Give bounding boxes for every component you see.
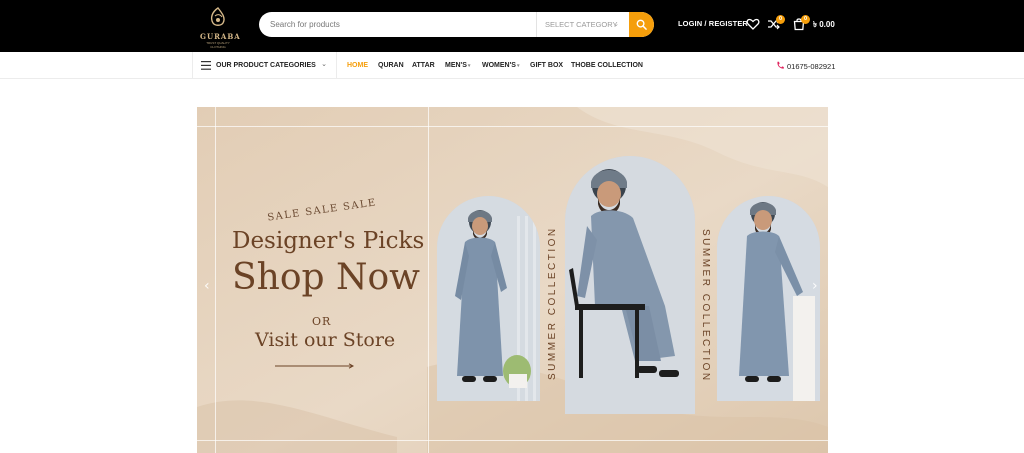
frame-line [428, 107, 429, 453]
nav-label: MEN'S [445, 62, 467, 69]
nav-label: GIFT BOX [530, 62, 564, 69]
nav-label: HOME [347, 62, 368, 69]
search-bar: SELECT CATEGORY ⌄ [259, 12, 654, 37]
nav-item-mens[interactable]: MEN'S▾ [445, 62, 470, 69]
nav-label: WOMEN'S [482, 62, 516, 69]
phone-icon [777, 61, 784, 69]
search-icon [636, 19, 647, 30]
chevron-down-icon: ▾ [467, 63, 471, 69]
product-categories-menu[interactable]: OUR PRODUCT CATEGORIES ⌄ [192, 52, 337, 79]
cart-count-badge: 0 [801, 15, 810, 24]
nav-item-attar[interactable]: ATTAR [412, 62, 435, 69]
arrow-right-icon [275, 363, 355, 369]
login-register-link[interactable]: LOGIN / REGISTER [678, 19, 748, 28]
frame-line [197, 440, 828, 441]
product-image-model-standing [437, 196, 540, 401]
chevron-left-icon[interactable]: ‹ [204, 278, 210, 294]
category-select[interactable]: SELECT CATEGORY ⌄ [536, 12, 629, 37]
nav-item-womens[interactable]: WOMEN'S▾ [482, 62, 519, 69]
chevron-down-icon: ⌄ [613, 21, 619, 28]
compare-count-badge: 0 [776, 15, 785, 24]
heart-icon [746, 18, 760, 30]
nav-label: THOBE COLLECTION [571, 62, 643, 69]
brand-logo[interactable]: GURABA TRUST QUALITY CLOTHING [200, 4, 241, 49]
or-separator: OR [312, 315, 332, 328]
nav-item-home[interactable]: HOME [347, 62, 368, 69]
top-header: GURABA TRUST QUALITY CLOTHING SELECT CAT… [0, 0, 1024, 52]
main-navigation: OUR PRODUCT CATEGORIES ⌄ HOME QURAN ATTA… [0, 52, 1024, 79]
search-input[interactable] [259, 12, 535, 37]
logo-emblem-icon [210, 7, 225, 26]
chevron-down-icon: ▾ [516, 63, 520, 69]
product-categories-label: OUR PRODUCT CATEGORIES [216, 62, 316, 69]
brand-tagline: TRUST QUALITY CLOTHING [206, 41, 230, 49]
nav-item-gift-box[interactable]: GIFT BOX [530, 62, 563, 69]
shop-now-heading[interactable]: Shop Now [232, 257, 422, 298]
nav-item-quran[interactable]: QURAN [378, 62, 404, 69]
hero-headline: Designer's Picks [232, 228, 425, 254]
visit-store-link[interactable]: Visit our Store [255, 329, 395, 351]
hero-banner[interactable]: SALE SALE SALE Designer's Picks Shop Now… [197, 107, 828, 453]
product-image-model-seated [565, 156, 695, 414]
hamburger-menu-icon [201, 61, 211, 70]
nav-item-thobe-collection[interactable]: THOBE COLLECTION [571, 62, 643, 69]
search-button[interactable] [629, 12, 654, 37]
summer-collection-label-left: SUMMER COLLECTION [547, 226, 558, 380]
brand-name: GURABA [200, 32, 241, 41]
summer-collection-label-right: SUMMER COLLECTION [700, 229, 711, 383]
chevron-down-icon: ⌄ [321, 61, 327, 68]
nav-label: QURAN [378, 62, 404, 69]
phone-number[interactable]: 01675-082921 [787, 62, 835, 71]
frame-line [215, 107, 216, 453]
category-select-label: SELECT CATEGORY [545, 20, 618, 29]
frame-line [197, 126, 828, 127]
wishlist-button[interactable] [746, 17, 760, 31]
cart-total[interactable]: ৳ 0.00 [813, 19, 835, 32]
chevron-right-icon[interactable]: › [812, 278, 818, 294]
nav-label: ATTAR [412, 62, 435, 69]
product-image-model-leaning [717, 196, 820, 401]
